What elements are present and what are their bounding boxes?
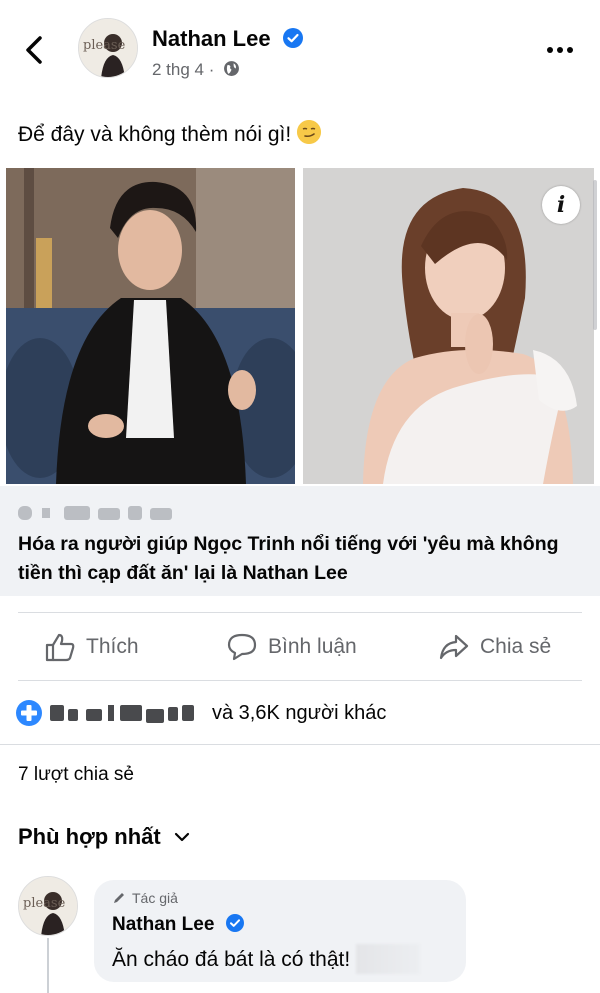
chevron-left-icon bbox=[26, 36, 42, 64]
more-horizontal-icon bbox=[547, 47, 573, 53]
post-time-text: 2 thg 4 · bbox=[152, 60, 215, 79]
comment-label: Bình luận bbox=[268, 635, 357, 658]
share-label: Chia sẻ bbox=[480, 635, 552, 658]
comment-bubble-icon bbox=[227, 633, 257, 661]
shares-count[interactable]: 7 lượt chia sẻ bbox=[18, 764, 134, 786]
commenter-avatar[interactable]: please bbox=[18, 876, 78, 936]
author-name-text: Nathan Lee bbox=[152, 26, 271, 51]
post-caption: Để đây và không thèm nói gì! bbox=[18, 120, 322, 147]
care-reaction-icon bbox=[16, 700, 42, 726]
post-caption-text: Để đây và không thèm nói gì! bbox=[18, 123, 292, 146]
more-options-button[interactable] bbox=[542, 40, 578, 60]
divider bbox=[18, 612, 582, 613]
share-arrow-icon bbox=[439, 634, 469, 660]
comment-button[interactable]: Bình luận bbox=[226, 630, 357, 664]
avatar-logo-text: please bbox=[23, 896, 66, 911]
post-header: please Nathan Lee 2 thg 4 · bbox=[0, 0, 600, 110]
comment-text-blurred bbox=[356, 944, 421, 974]
info-button[interactable]: i bbox=[542, 186, 580, 224]
link-preview-card[interactable]: Hóa ra người giúp Ngọc Trinh nổi tiếng v… bbox=[0, 486, 600, 596]
comment-sort-selector[interactable]: Phù hợp nhất bbox=[18, 824, 191, 850]
info-icon: i bbox=[556, 192, 566, 218]
divider bbox=[0, 744, 600, 745]
avatar-image: please bbox=[79, 19, 137, 77]
avatar-logo-text: please bbox=[83, 38, 126, 53]
reactor-name-blurred bbox=[50, 705, 194, 723]
like-label: Thích bbox=[86, 635, 139, 658]
author-avatar[interactable]: please bbox=[78, 18, 138, 78]
comment-text-content: Ăn cháo đá bát là có thật! bbox=[112, 948, 351, 971]
like-button[interactable]: Thích bbox=[44, 630, 139, 664]
author-badge: Tác giả bbox=[112, 890, 178, 906]
smirk-emoji-icon bbox=[297, 120, 322, 144]
avatar-image: please bbox=[19, 877, 77, 935]
link-title[interactable]: Hóa ra người giúp Ngọc Trinh nổi tiếng v… bbox=[18, 530, 588, 588]
reply-thread-line bbox=[47, 938, 49, 993]
reactions-others-text: và 3,6K người khác bbox=[212, 701, 387, 724]
commenter-name-text: Nathan Lee bbox=[112, 914, 215, 935]
author-badge-label: Tác giả bbox=[132, 890, 178, 906]
link-preview-images[interactable]: i bbox=[0, 168, 600, 484]
thumbs-up-icon bbox=[45, 633, 75, 662]
verified-badge-icon bbox=[282, 28, 303, 48]
reactions-summary[interactable]: và 3,6K người khác bbox=[16, 698, 386, 728]
post-timestamp[interactable]: 2 thg 4 · bbox=[152, 60, 240, 80]
man-photo-illustration bbox=[6, 168, 295, 484]
globe-icon bbox=[224, 61, 240, 76]
preview-photo-man[interactable] bbox=[6, 168, 295, 484]
chevron-down-icon bbox=[174, 832, 189, 842]
action-bar: Thích Bình luận Chia sẻ bbox=[0, 616, 600, 676]
share-button[interactable]: Chia sẻ bbox=[438, 630, 551, 664]
author-name[interactable]: Nathan Lee bbox=[152, 26, 303, 52]
sort-label: Phù hợp nhất bbox=[18, 824, 161, 849]
verified-badge-icon bbox=[225, 914, 244, 932]
divider bbox=[18, 680, 582, 681]
commenter-name[interactable]: Nathan Lee bbox=[112, 914, 244, 936]
comment-text: Ăn cháo đá bát là có thật! bbox=[112, 944, 421, 974]
preview-photo-woman[interactable]: i bbox=[303, 168, 594, 484]
link-source-blurred bbox=[18, 506, 172, 520]
back-button[interactable] bbox=[20, 30, 52, 70]
pencil-icon bbox=[114, 893, 124, 903]
scrollbar[interactable] bbox=[593, 180, 597, 330]
comment-bubble[interactable]: Tác giả Nathan Lee Ăn cháo đá bát là có … bbox=[94, 880, 466, 982]
